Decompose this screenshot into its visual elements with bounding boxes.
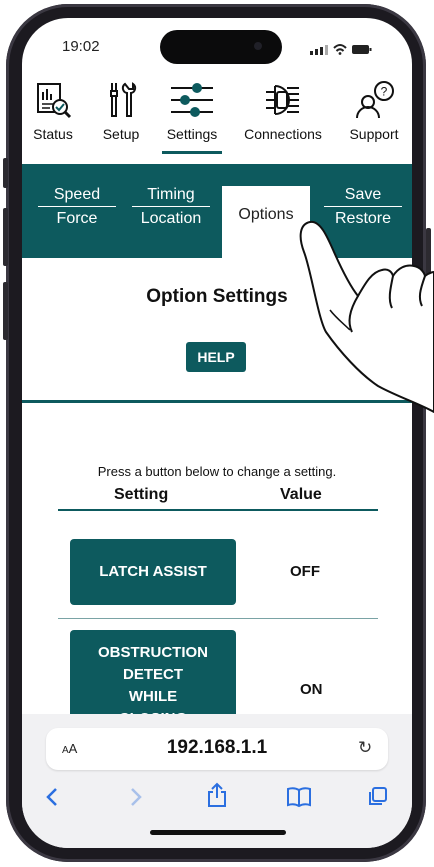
nav-active-indicator <box>162 151 222 154</box>
tab-timing-location[interactable]: Timing Location <box>132 186 210 228</box>
subtabs-bar: Speed Force Timing Location Save Restore <box>22 164 412 258</box>
power-button <box>426 228 431 314</box>
tab-options[interactable]: Options <box>222 186 310 258</box>
nav-setup-label: Setup <box>102 126 140 142</box>
nav-settings-label: Settings <box>166 126 218 142</box>
report-search-icon <box>37 83 72 119</box>
phone-screen: 19:02 Status Setup Settings Connections … <box>22 18 412 848</box>
nav-setup[interactable]: Setup <box>96 80 146 158</box>
help-button[interactable]: HELP <box>186 342 246 372</box>
svg-text:?: ? <box>381 85 388 99</box>
tab-speed-label: Speed <box>38 186 116 207</box>
column-header-value: Value <box>280 486 322 503</box>
chip-icon <box>266 85 299 115</box>
url-text: 192.168.1.1 <box>166 737 268 758</box>
tools-icon <box>110 82 137 117</box>
main-content: Option Settings HELP Press a button belo… <box>22 258 412 732</box>
obstruction-detect-value: ON <box>300 681 323 698</box>
latch-assist-button[interactable]: LATCH ASSIST <box>70 539 236 605</box>
obstruction-label-line3: WHILE <box>128 688 178 705</box>
nav-connections[interactable]: Connections <box>236 80 330 158</box>
latch-assist-value: OFF <box>290 563 320 580</box>
volume-up-button <box>3 208 8 266</box>
nav-settings[interactable]: Settings <box>162 80 222 158</box>
column-header-setting: Setting <box>114 486 169 503</box>
bookmarks-icon[interactable] <box>286 786 312 808</box>
mute-switch <box>3 158 8 188</box>
volume-down-button <box>3 282 8 340</box>
page-title: Option Settings <box>146 286 288 307</box>
status-bar: 19:02 <box>22 18 412 78</box>
tab-restore-label: Restore <box>334 210 392 227</box>
tab-force-label: Force <box>56 210 98 227</box>
tab-location-label: Location <box>140 210 202 227</box>
tab-save-label: Save <box>324 186 402 207</box>
header-divider <box>58 509 378 511</box>
tab-speed-force[interactable]: Speed Force <box>38 186 116 228</box>
section-divider <box>22 400 412 403</box>
person-question-icon: ? <box>356 81 394 119</box>
obstruction-label-line2: DETECT <box>123 666 183 683</box>
obstruction-label-line1: OBSTRUCTION <box>98 644 208 661</box>
instruction-text: Press a button below to change a setting… <box>97 464 337 479</box>
nav-status-label: Status <box>33 126 73 142</box>
tab-save-restore[interactable]: Save Restore <box>324 186 402 228</box>
tab-options-label: Options <box>238 206 294 223</box>
tabs-icon[interactable] <box>366 786 388 808</box>
sliders-icon <box>171 83 213 117</box>
browser-chrome: AA 192.168.1.1 ↻ <box>22 714 412 848</box>
forward-icon[interactable] <box>128 786 144 808</box>
nav-connections-label: Connections <box>244 126 322 142</box>
share-icon[interactable] <box>206 782 228 808</box>
nav-support[interactable]: ? Support <box>342 80 406 158</box>
status-time: 19:02 <box>62 38 100 55</box>
row-divider <box>58 618 378 619</box>
address-bar[interactable]: AA 192.168.1.1 ↻ <box>46 728 388 770</box>
home-indicator <box>150 830 286 835</box>
camera-dot <box>254 42 262 50</box>
tab-timing-label: Timing <box>132 186 210 207</box>
status-icons <box>310 44 372 55</box>
reload-icon[interactable]: ↻ <box>358 738 372 758</box>
back-icon[interactable] <box>44 786 60 808</box>
top-nav: Status Setup Settings Connections ? Supp… <box>22 80 412 160</box>
dynamic-island <box>160 30 282 64</box>
nav-support-label: Support <box>349 126 399 142</box>
nav-status[interactable]: Status <box>28 80 78 158</box>
